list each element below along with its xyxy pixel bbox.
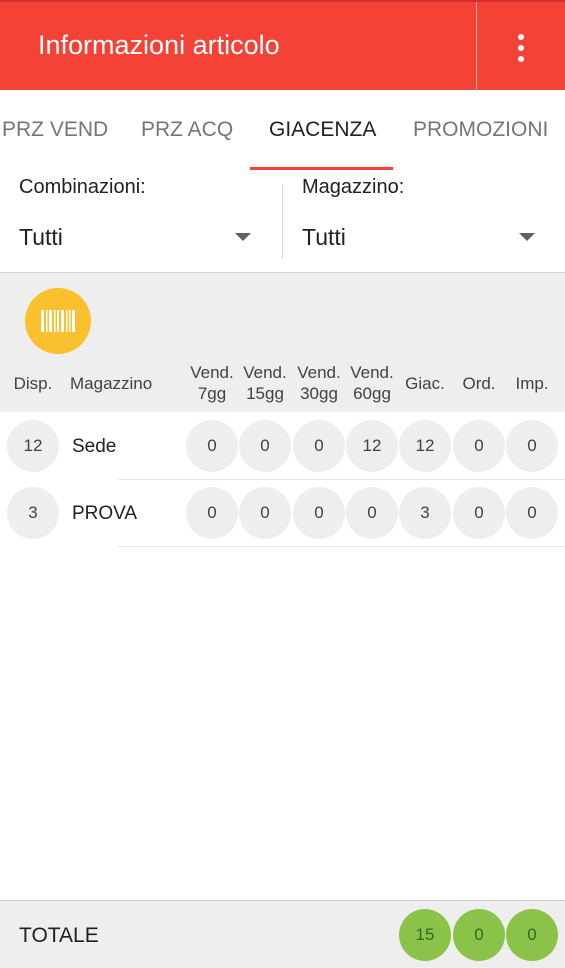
tab-giacenza[interactable]: GIACENZA [269,118,376,142]
header-ord: Ord. [462,374,496,393]
header-vend-15gg: Vend. 15gg [243,363,287,403]
magazzino-select[interactable]: Tutti [302,224,346,251]
more-vert-icon[interactable] [500,24,542,72]
totals-footer: TOTALE 15 0 0 [0,900,565,968]
chevron-down-icon[interactable] [519,233,535,241]
total-giac-value: 15 [399,909,451,961]
vend-60gg-value: 12 [346,420,398,472]
header-vend-7gg: Vend. 7gg [190,363,234,403]
header-giac: Giac. [405,374,445,393]
totale-label: TOTALE [19,924,99,947]
filters-panel: Combinazioni: Tutti Magazzino: Tutti [0,170,565,273]
page-title: Informazioni articolo [38,30,280,60]
filter-divider [282,184,283,258]
tab-prz-acq[interactable]: PRZ ACQ [141,118,233,142]
disp-value: 3 [7,487,59,539]
imp-value: 0 [506,420,558,472]
vend-15gg-value: 0 [239,420,291,472]
combinazioni-select[interactable]: Tutti [19,224,63,251]
vend-30gg-value: 0 [293,420,345,472]
app-bar: Informazioni articolo [0,0,565,92]
row-divider [118,546,565,547]
table-header-band: Disp. Magazzino Vend. 7gg Vend. 15gg Vend.… [0,273,565,412]
tab-bar: PRZ VEND PRZ ACQ GIACENZA PROMOZIONI [0,90,565,170]
giac-value: 3 [399,487,451,539]
magazzino-label: Magazzino: [302,176,405,198]
chevron-down-icon[interactable] [235,233,251,241]
table-row[interactable]: 12 Sede 0 0 0 12 12 0 0 [0,412,565,480]
appbar-divider [476,2,477,92]
vend-7gg-value: 0 [186,487,238,539]
tab-promozioni[interactable]: PROMOZIONI [413,118,548,142]
barcode-icon [41,310,75,332]
tab-prz-vend[interactable]: PRZ VEND [2,118,108,142]
imp-value: 0 [506,487,558,539]
total-ord-value: 0 [453,909,505,961]
giac-value: 12 [399,420,451,472]
header-disp: Disp. [13,374,53,393]
ord-value: 0 [453,487,505,539]
header-vend-30gg: Vend. 30gg [297,363,341,403]
header-magazzino: Magazzino [70,374,153,393]
header-imp: Imp. [515,374,549,393]
vend-15gg-value: 0 [239,487,291,539]
vend-7gg-value: 0 [186,420,238,472]
warehouse-name: Sede [72,436,117,457]
warehouse-name: PROVA [72,503,138,524]
total-imp-value: 0 [506,909,558,961]
vend-60gg-value: 0 [346,487,398,539]
disp-value: 12 [7,420,59,472]
table-row[interactable]: 3 PROVA 0 0 0 0 3 0 0 [0,479,565,547]
header-vend-60gg: Vend. 60gg [350,363,394,403]
combinazioni-label: Combinazioni: [19,176,146,198]
ord-value: 0 [453,420,505,472]
barcode-scan-button[interactable] [25,288,91,354]
vend-30gg-value: 0 [293,487,345,539]
